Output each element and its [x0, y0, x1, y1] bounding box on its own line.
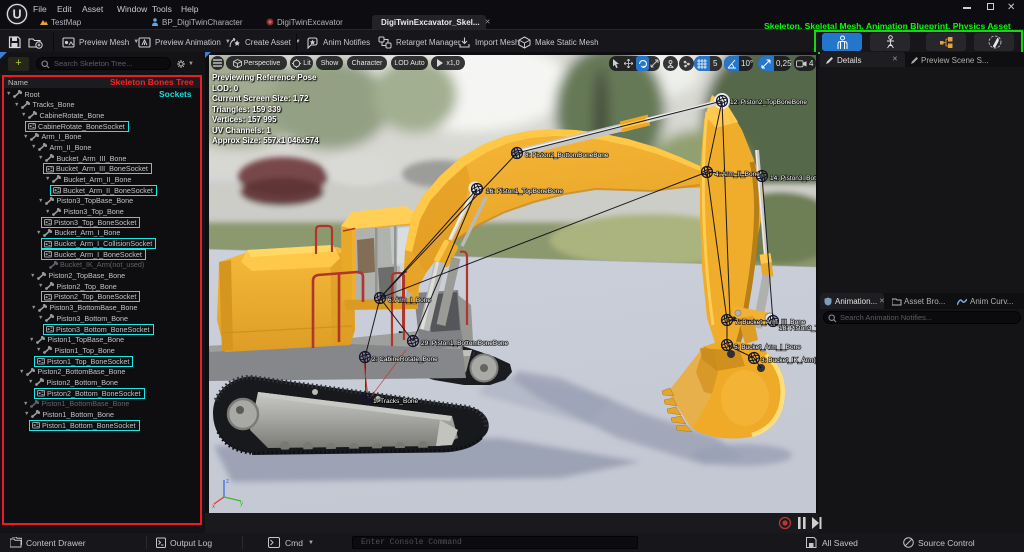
- svg-text:8: Piston2_BottomBoneBone: 8: Piston2_BottomBoneBone: [525, 152, 609, 159]
- svg-text:2: CabineRotate_Bone: 2: CabineRotate_Bone: [372, 356, 438, 363]
- svg-text:4: Arm_II_Bone: 4: Arm_II_Bone: [715, 171, 760, 178]
- svg-text:6: Arm_I_Bone: 6: Arm_I_Bone: [388, 297, 431, 304]
- svg-text:16: Piston1_TopBoneBone: 16: Piston1_TopBoneBone: [486, 188, 563, 195]
- svg-text:1: Tracks_Bone: 1: Tracks_Bone: [373, 398, 419, 405]
- svg-text:14: Piston3_Bottom: 14: Piston3_Bottom: [770, 175, 818, 182]
- svg-text:z: z: [226, 479, 229, 485]
- svg-text:29: Piston1_BottomBoneBone: 29: Piston1_BottomBoneBone: [421, 340, 508, 347]
- svg-text:x: x: [212, 504, 215, 510]
- svg-text:y: y: [240, 501, 243, 507]
- svg-text:3: Bucket_IK_Arm(no: 3: Bucket_IK_Arm(no: [761, 357, 818, 364]
- svg-text:5: Bucket_Arm_I_Bone: 5: Bucket_Arm_I_Bone: [734, 344, 801, 351]
- svg-text:U: U: [12, 7, 21, 21]
- svg-text:18: Piston3_Top: 18: Piston3_Top: [779, 325, 818, 332]
- svg-text:12: Piston2_TopBoneBone: 12: Piston2_TopBoneBone: [730, 99, 807, 106]
